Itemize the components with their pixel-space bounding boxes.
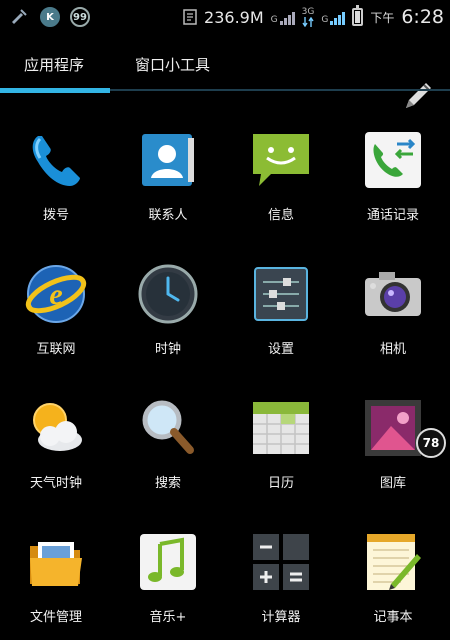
settings-icon bbox=[249, 262, 313, 326]
calculator-icon bbox=[249, 530, 313, 594]
app-grid: 拨号 联系人 信息 通话记录 e 互联网 时钟 设置 相机 天气时钟 搜索 日历… bbox=[0, 110, 450, 640]
floating-badge[interactable]: 78 bbox=[416, 428, 446, 458]
app-label: 互联网 bbox=[36, 342, 76, 357]
battery-icon bbox=[352, 5, 364, 26]
download-speed-icon bbox=[183, 9, 197, 25]
app-label: 日历 bbox=[267, 476, 294, 491]
tab-widgets[interactable]: 窗口小工具 bbox=[135, 54, 210, 75]
weather-icon bbox=[24, 396, 88, 460]
app-label: 音乐+ bbox=[149, 610, 187, 625]
signal-strength-icon-2: G bbox=[321, 9, 346, 25]
app-label: 天气时钟 bbox=[29, 476, 82, 491]
svg-text:e: e bbox=[49, 278, 62, 311]
tab-apps[interactable]: 应用程序 bbox=[24, 54, 84, 75]
phone-icon bbox=[24, 128, 88, 192]
app-contacts[interactable]: 联系人 bbox=[112, 110, 224, 230]
status-bar[interactable]: K 99 236.9M G 3G G 下午 6:28 bbox=[0, 0, 450, 34]
app-label: 信息 bbox=[267, 208, 294, 223]
app-label: 计算器 bbox=[261, 610, 301, 625]
call-log-icon bbox=[361, 128, 425, 192]
app-clock[interactable]: 时钟 bbox=[112, 244, 224, 364]
clock-time: 6:28 bbox=[401, 6, 444, 28]
app-notepad[interactable]: 记事本 bbox=[337, 512, 449, 632]
app-music[interactable]: 音乐+ bbox=[112, 512, 224, 632]
calendar-icon bbox=[249, 396, 313, 460]
browser-icon: e bbox=[24, 262, 88, 326]
app-label: 相机 bbox=[379, 342, 406, 357]
app-calendar[interactable]: 日历 bbox=[225, 378, 337, 498]
app-label: 拨号 bbox=[42, 208, 69, 223]
99-icon: 99 bbox=[70, 7, 90, 27]
app-label: 通话记录 bbox=[366, 208, 419, 223]
update-icon bbox=[8, 6, 30, 28]
app-label: 联系人 bbox=[148, 208, 188, 223]
network-speed: 236.9M bbox=[204, 7, 264, 27]
search-icon bbox=[136, 396, 200, 460]
app-calculator[interactable]: 计算器 bbox=[225, 512, 337, 632]
tab-active-indicator bbox=[0, 88, 110, 93]
app-settings[interactable]: 设置 bbox=[225, 244, 337, 364]
app-label: 搜索 bbox=[154, 476, 181, 491]
music-icon bbox=[136, 530, 200, 594]
messaging-icon bbox=[249, 128, 313, 192]
app-dialer[interactable]: 拨号 bbox=[0, 110, 112, 230]
app-label: 时钟 bbox=[154, 342, 181, 357]
app-search[interactable]: 搜索 bbox=[112, 378, 224, 498]
notepad-icon bbox=[361, 530, 425, 594]
app-weather-clock[interactable]: 天气时钟 bbox=[0, 378, 112, 498]
tab-bar: 应用程序 窗口小工具 bbox=[0, 34, 450, 108]
app-browser[interactable]: e 互联网 bbox=[0, 244, 112, 364]
app-label: 文件管理 bbox=[29, 610, 82, 625]
app-camera[interactable]: 相机 bbox=[337, 244, 449, 364]
clock-icon bbox=[136, 262, 200, 326]
app-call-log[interactable]: 通话记录 bbox=[337, 110, 449, 230]
app-messaging[interactable]: 信息 bbox=[225, 110, 337, 230]
edit-pencil-icon[interactable] bbox=[400, 78, 436, 114]
folder-icon bbox=[24, 530, 88, 594]
app-label: 记事本 bbox=[373, 610, 413, 625]
3g-data-icon: 3G bbox=[302, 7, 314, 27]
contacts-icon bbox=[136, 128, 200, 192]
k-icon: K bbox=[40, 7, 60, 27]
signal-strength-icon: G bbox=[271, 9, 295, 25]
gallery-icon bbox=[361, 396, 425, 460]
app-label: 设置 bbox=[267, 342, 294, 357]
app-file-manager[interactable]: 文件管理 bbox=[0, 512, 112, 632]
time-ampm: 下午 bbox=[370, 10, 395, 25]
app-label: 图库 bbox=[379, 476, 406, 491]
camera-icon bbox=[361, 262, 425, 326]
